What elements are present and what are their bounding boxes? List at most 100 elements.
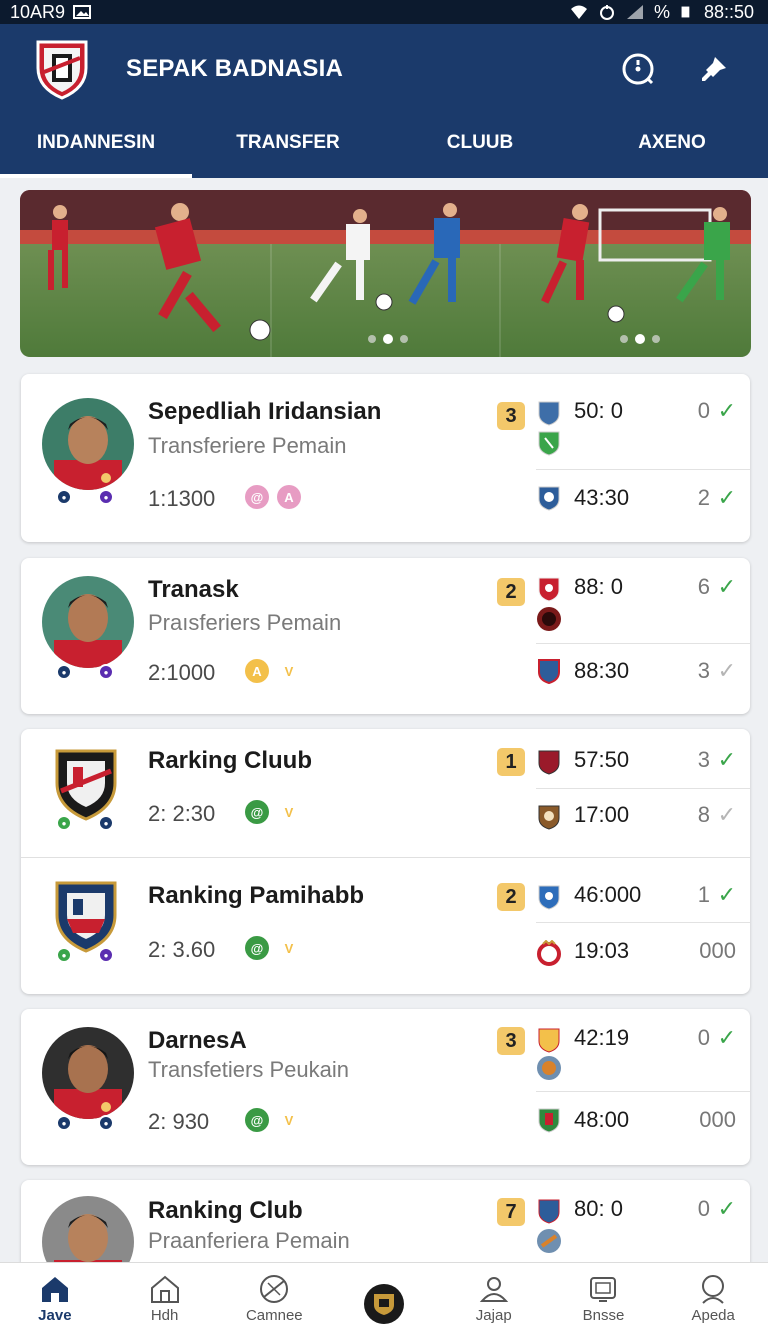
tab-cluub[interactable]: CLUUB (384, 114, 576, 178)
club-crest-icon (538, 750, 560, 775)
player-subtitle: Praısferiers Pemain (148, 610, 342, 635)
nav-label: Apeda (691, 1307, 735, 1324)
stat-badge: V (277, 659, 301, 683)
battery-icon (681, 6, 690, 18)
position-badge: ● (98, 664, 114, 680)
club-crest-icon (538, 486, 560, 511)
nav-bnsse[interactable]: Bnsse (549, 1263, 659, 1344)
match-row[interactable]: 19:03 000 (536, 938, 750, 968)
signal-icon (626, 5, 643, 19)
search-button[interactable] (618, 49, 658, 89)
match-value: 000 (699, 938, 736, 963)
match-score: 43:30 (574, 485, 630, 510)
match-score: 48:00 (574, 1107, 630, 1132)
club-stat: 2: 2:30 (148, 801, 216, 826)
nav-label: Jajap (475, 1307, 512, 1324)
player-name: Tranask (148, 576, 239, 603)
nav-camnee[interactable]: Camnee (219, 1263, 329, 1344)
player-subtitle: Praanferiera Pemain (148, 1228, 350, 1253)
search-icon (622, 53, 654, 85)
app-title: SEPAK BADNASIA (126, 55, 344, 82)
match-row[interactable]: 57:50 3 ✓ (536, 747, 750, 777)
match-value: 0 (697, 398, 710, 423)
player-card[interactable]: ● ● DarnesA Transfetiers Peukain 2: 930 … (21, 1009, 750, 1165)
hero-banner[interactable] (20, 190, 751, 357)
status-bar: 10AR9 % 88::50 (0, 0, 768, 24)
player-card[interactable]: ● ● Tranask Praısferiers Pemain 2:1000 A… (21, 558, 750, 714)
stat-badge: V (277, 1108, 301, 1132)
club-crest-icon (538, 401, 560, 426)
stat-badge: V (277, 936, 301, 960)
match-row[interactable]: 88: 0 6 ✓ (536, 574, 750, 631)
player-name: DarnesA (148, 1027, 247, 1054)
nav-jajap[interactable]: Jajap (439, 1263, 549, 1344)
match-row[interactable]: 42:19 0 ✓ (536, 1025, 750, 1080)
house-icon (150, 1275, 179, 1303)
match-score: 88: 0 (574, 574, 623, 599)
club-crest (55, 749, 117, 821)
match-value: 6 (697, 574, 710, 599)
position-badge: ● (98, 815, 114, 831)
stat-badge: @ (245, 485, 269, 509)
nationality-badge: ● (56, 947, 72, 963)
club-crest-icon (538, 1199, 560, 1224)
club-crest-icon (538, 577, 560, 602)
rank-badge: 2 (497, 883, 525, 911)
check-icon: ✓ (717, 1196, 736, 1221)
match-row[interactable]: 17:00 8 ✓ (536, 802, 750, 832)
club-crest-icon (374, 1293, 395, 1315)
match-value: 1 (697, 882, 710, 907)
nav-label: Jave (38, 1307, 72, 1324)
club-ranking-card[interactable]: ● ● Rarking Cluub 2: 2:30 @ V 1 57:50 3 … (21, 729, 750, 994)
match-row[interactable]: 43:30 2 ✓ (536, 485, 750, 525)
check-icon: ✓ (717, 747, 736, 772)
club-crest-icon (537, 1056, 561, 1080)
tab-indannesin[interactable]: INDANNESIN (0, 114, 192, 178)
pin-button[interactable] (694, 49, 734, 89)
match-score: 80: 0 (574, 1196, 623, 1221)
player-name: Sepedliah Iridansian (148, 398, 382, 425)
club-crest-icon (537, 1229, 561, 1253)
match-value: 3 (697, 658, 710, 683)
rank-badge: 2 (497, 578, 525, 606)
match-row[interactable]: 50: 0 0 ✓ (536, 398, 750, 456)
club-crest-icon (538, 659, 560, 684)
check-icon: ✓ (717, 882, 736, 907)
stat-badge: @ (245, 800, 269, 824)
club-crest-icon (538, 885, 560, 910)
player-avatar (42, 576, 134, 668)
match-row[interactable]: 80: 0 0 ✓ (536, 1196, 750, 1253)
nav-label: Hdh (150, 1307, 179, 1324)
nav-hdh[interactable]: Hdh (110, 1263, 220, 1344)
nav-jave[interactable]: Jave (0, 1263, 110, 1344)
tab-bar: INDANNESIN TRANSFER CLUUB AXENO (0, 114, 768, 178)
battery-percent: % (653, 1, 670, 22)
match-value: 0 (697, 1196, 710, 1221)
nationality-badge: ● (56, 815, 72, 831)
rank-badge: 7 (497, 1198, 525, 1226)
home-icon (41, 1277, 68, 1302)
match-score: 50: 0 (574, 398, 623, 423)
stat-badge: V (277, 800, 301, 824)
match-row[interactable]: 88:30 3 ✓ (536, 658, 750, 698)
club-crest-icon (538, 805, 560, 830)
position-badge: ● (98, 489, 114, 505)
check-icon: ✓ (717, 574, 736, 599)
player-name: Ranking Club (148, 1197, 303, 1224)
wifi-icon (570, 5, 587, 19)
player-avatar (42, 1027, 134, 1119)
match-value: 2 (697, 485, 710, 510)
nav-apeda[interactable]: Apeda (658, 1263, 768, 1344)
check-icon: ✓ (717, 658, 736, 683)
tab-axeno[interactable]: AXENO (576, 114, 768, 178)
player-card[interactable]: ● ● Sepedliah Iridansian Transferiere Pe… (21, 374, 750, 542)
tab-transfer[interactable]: TRANSFER (192, 114, 384, 178)
stat-badge: A (245, 659, 269, 683)
app-logo-crest[interactable] (34, 38, 90, 100)
match-row[interactable]: 46:000 1 ✓ (536, 882, 750, 912)
match-row[interactable]: 48:00 000 (536, 1107, 750, 1147)
match-score: 19:03 (574, 938, 630, 963)
player-stat: 2:1000 (148, 660, 216, 685)
nav-club-center[interactable] (329, 1263, 439, 1344)
stat-badge: @ (245, 936, 269, 960)
